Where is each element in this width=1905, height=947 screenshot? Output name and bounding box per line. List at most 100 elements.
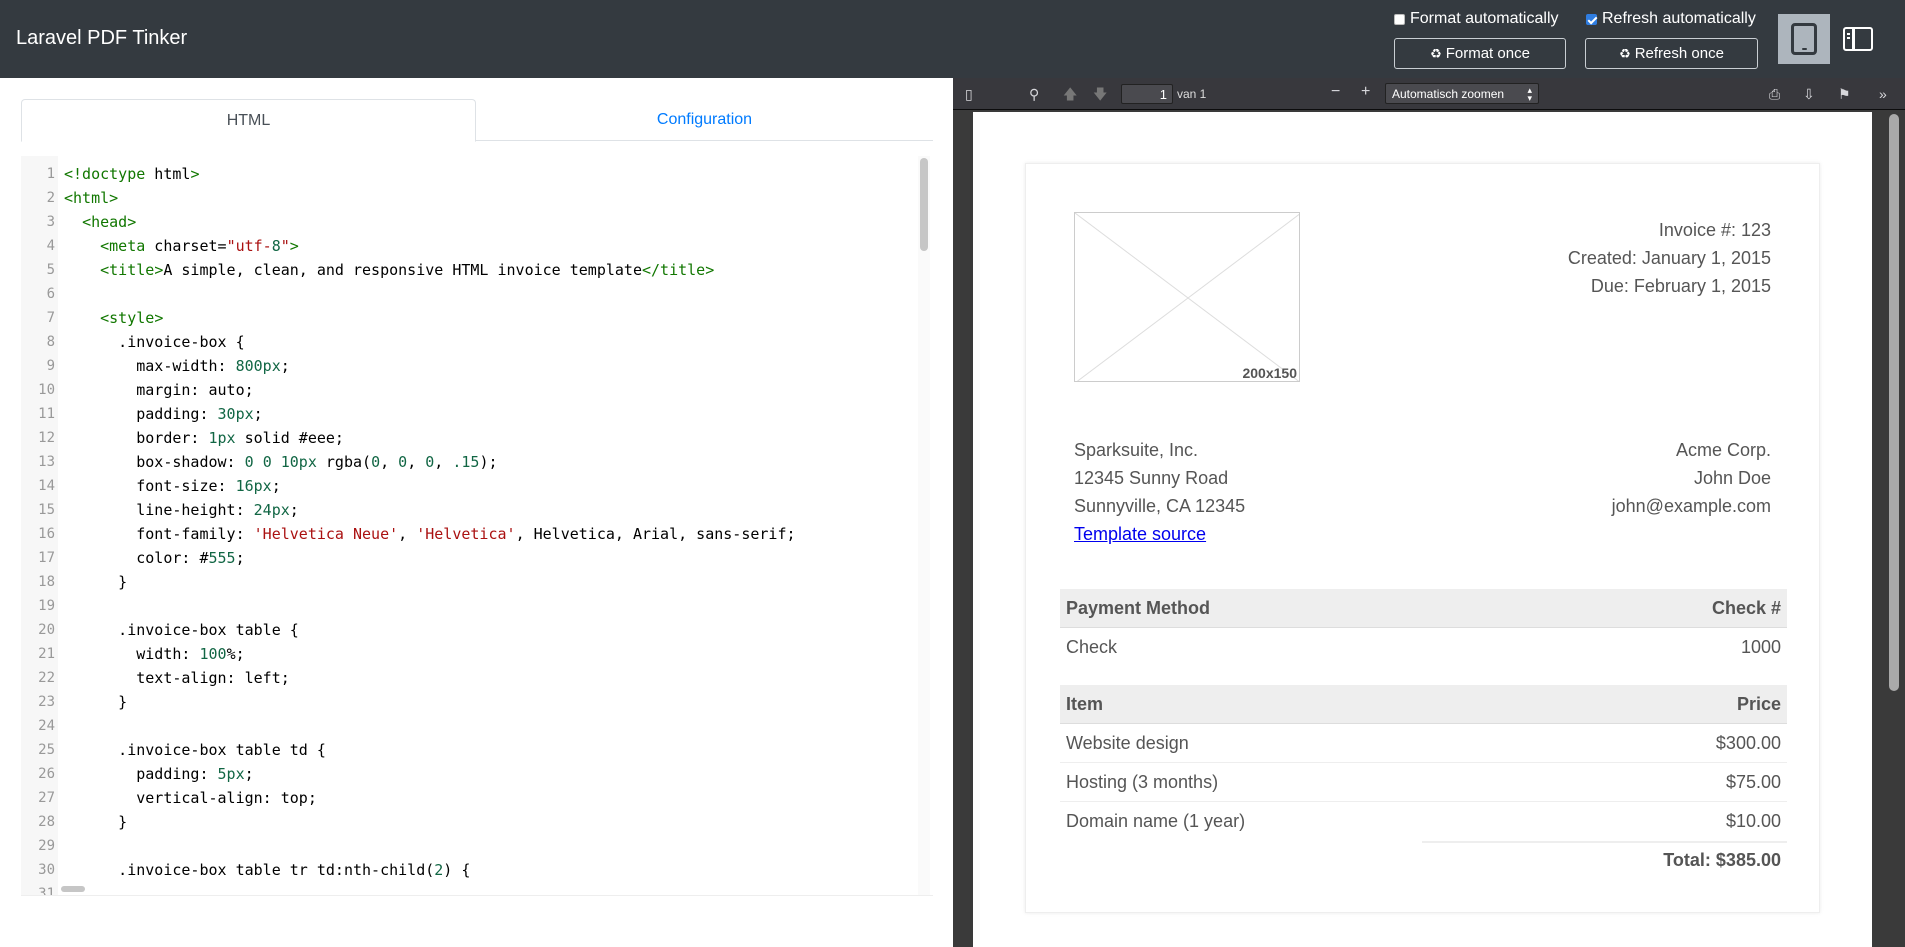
check-number-header: Check #	[1711, 598, 1781, 618]
previous-page-icon[interactable]: 🡅	[1063, 86, 1077, 102]
code-line[interactable]: 25 .invoice-box table td {	[21, 738, 921, 762]
code-line[interactable]: 24	[21, 714, 921, 738]
code-line[interactable]: 17 color: #555;	[21, 546, 921, 570]
code-text: }	[64, 813, 128, 831]
code-line[interactable]: 8 .invoice-box {	[21, 330, 921, 354]
recycle-icon: ♻	[1430, 45, 1442, 61]
code-line[interactable]: 7 <style>	[21, 306, 921, 330]
code-line[interactable]: 16 font-family: 'Helvetica Neue', 'Helve…	[21, 522, 921, 546]
code-line[interactable]: 18 }	[21, 570, 921, 594]
code-line[interactable]: 12 border: 1px solid #eee;	[21, 426, 921, 450]
line-number: 28	[38, 814, 55, 830]
line-number: 19	[38, 598, 55, 614]
zoom-select-value: Automatisch zoomen	[1392, 87, 1505, 101]
code-line[interactable]: 30 .invoice-box table tr td:nth-child(2)…	[21, 858, 921, 882]
code-line[interactable]: 22 text-align: left;	[21, 666, 921, 690]
code-line[interactable]: 26 padding: 5px;	[21, 762, 921, 786]
zoom-out-icon[interactable]: −	[1331, 84, 1340, 100]
zoom-select[interactable]: Automatisch zoomen ▴ ▾	[1385, 83, 1539, 104]
code-line[interactable]: 5 <title>A simple, clean, and responsive…	[21, 258, 921, 282]
code-line[interactable]: 27 vertical-align: top;	[21, 786, 921, 810]
download-icon[interactable]: ⇩	[1803, 86, 1815, 102]
editor-panel: HTML Configuration 1 <!doctype html> 2 <htm…	[0, 78, 953, 947]
bookmark-icon[interactable]: ⚑	[1838, 86, 1851, 102]
top-navbar: Laravel PDF Tinker Format automatically …	[0, 0, 1905, 78]
pdf-scrollbar[interactable]	[1889, 114, 1899, 691]
horizontal-scrollbar[interactable]	[61, 886, 85, 892]
code-line[interactable]: 9 max-width: 800px;	[21, 354, 921, 378]
code-line[interactable]: 31	[21, 882, 921, 895]
code-line[interactable]: 23 }	[21, 690, 921, 714]
editor-tabs: HTML Configuration	[21, 99, 933, 142]
format-automatically-checkbox[interactable]	[1394, 13, 1405, 25]
code-text: .invoice-box table td {	[64, 741, 326, 759]
code-line[interactable]: 14 font-size: 16px;	[21, 474, 921, 498]
vertical-scroll-track[interactable]	[918, 156, 930, 895]
format-automatically-toggle[interactable]: Format automatically	[1394, 10, 1559, 28]
recycle-icon: ♻	[1619, 45, 1631, 61]
line-number: 20	[38, 622, 55, 638]
code-text: <style>	[100, 309, 164, 327]
recipient-line: john@example.com	[1611, 496, 1771, 516]
payment-table: Payment Method Check # Check 1000	[1060, 589, 1787, 667]
code-line[interactable]: 11 padding: 30px;	[21, 402, 921, 426]
page-number-input[interactable]: 1	[1121, 84, 1173, 104]
code-text: <html>	[64, 189, 119, 207]
code-editor[interactable]: 1 <!doctype html> 2 <html> 3 <head> 4 <meta c…	[21, 156, 933, 896]
line-number: 1	[46, 166, 55, 182]
item-price: $75.00	[1725, 772, 1781, 792]
template-source-link[interactable]: Template source	[1074, 524, 1206, 544]
code-line[interactable]: 28 }	[21, 810, 921, 834]
refresh-automatically-toggle[interactable]: Refresh automatically	[1586, 10, 1756, 28]
search-icon[interactable]: ⚲	[1029, 86, 1039, 102]
code-line[interactable]: 20 .invoice-box table {	[21, 618, 921, 642]
code-line[interactable]: 13 box-shadow: 0 0 10px rgba(0, 0, 0, .1…	[21, 450, 921, 474]
line-number: 15	[38, 502, 55, 518]
zoom-in-icon[interactable]: +	[1361, 84, 1370, 100]
code-line[interactable]: 3 <head>	[21, 210, 921, 234]
app-title: Laravel PDF Tinker	[16, 27, 188, 49]
format-once-label: Format once	[1445, 45, 1530, 62]
next-page-icon[interactable]: 🡇	[1093, 86, 1107, 102]
code-lines[interactable]: 1 <!doctype html> 2 <html> 3 <head> 4 <meta c…	[21, 162, 921, 895]
table-row: Website design $300.00	[1060, 724, 1787, 763]
code-text: <!doctype html>	[64, 165, 200, 183]
code-text: <title>A simple, clean, and responsive H…	[100, 261, 715, 279]
code-line[interactable]: 21 width: 100%;	[21, 642, 921, 666]
sidebar-toggle-icon[interactable]: ▯	[965, 86, 973, 102]
code-line[interactable]: 4 <meta charset="utf-8">	[21, 234, 921, 258]
line-number: 4	[46, 238, 55, 254]
code-line[interactable]: 2 <html>	[21, 186, 921, 210]
line-number: 13	[38, 454, 55, 470]
code-line[interactable]: 10 margin: auto;	[21, 378, 921, 402]
invoice-created: Created: January 1, 2015	[1567, 248, 1771, 268]
recipient-line: Acme Corp.	[1675, 440, 1771, 460]
sender-line: 12345 Sunny Road	[1074, 468, 1229, 488]
code-line[interactable]: 19	[21, 594, 921, 618]
refresh-automatically-checkbox[interactable]	[1586, 13, 1597, 25]
item-name: Hosting (3 months)	[1066, 772, 1219, 792]
line-number: 11	[38, 406, 55, 422]
invoice-total: Total: $385.00	[1663, 850, 1781, 870]
code-text: text-align: left;	[64, 669, 290, 687]
code-line[interactable]: 6	[21, 282, 921, 306]
code-text: }	[64, 693, 128, 711]
tools-icon[interactable]: »	[1879, 86, 1887, 102]
tablet-view-button[interactable]	[1778, 14, 1830, 64]
tab-configuration[interactable]: Configuration	[476, 99, 933, 141]
print-icon[interactable]: ⎙	[1769, 86, 1780, 102]
item-price: $10.00	[1725, 811, 1781, 831]
sidebar-view-icon	[1843, 27, 1873, 51]
code-line[interactable]: 1 <!doctype html>	[21, 162, 921, 186]
code-line[interactable]: 29	[21, 834, 921, 858]
sidebar-view-button[interactable]	[1832, 14, 1884, 64]
format-automatically-label: Format automatically	[1410, 10, 1559, 27]
vertical-scrollbar[interactable]	[920, 158, 928, 251]
format-once-button[interactable]: ♻ Format once	[1394, 38, 1566, 69]
refresh-once-button[interactable]: ♻ Refresh once	[1585, 38, 1758, 69]
items-table: Item Price Website design $300.00 Hostin…	[1060, 685, 1787, 880]
line-number: 27	[38, 790, 55, 806]
code-line[interactable]: 15 line-height: 24px;	[21, 498, 921, 522]
invoice-box: 200x150 Invoice #: 123 Created: January …	[1025, 163, 1820, 913]
tab-html[interactable]: HTML	[21, 99, 476, 142]
